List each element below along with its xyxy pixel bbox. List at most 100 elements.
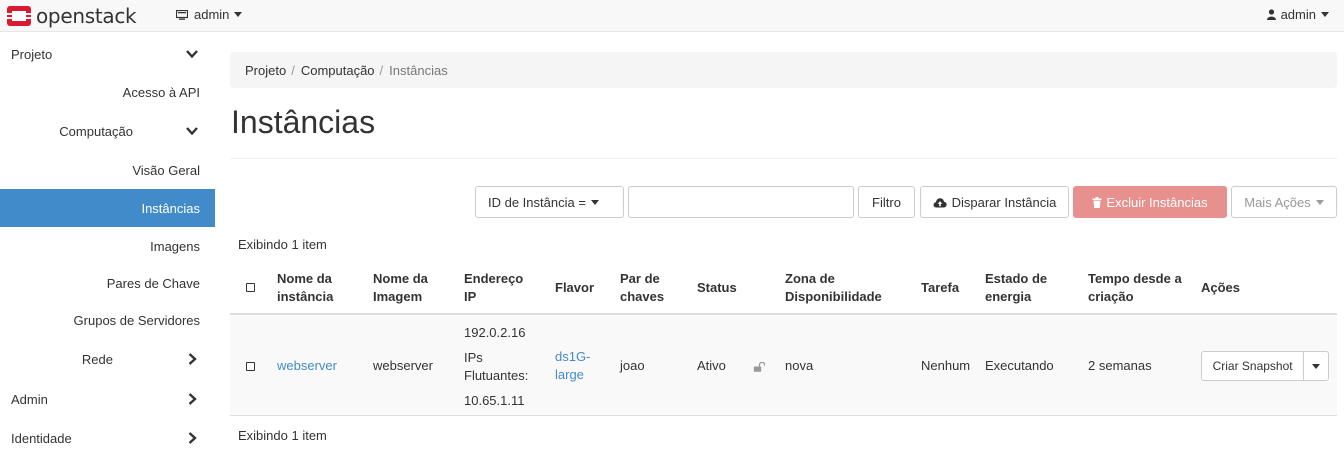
column-header-flavor: Flavor xyxy=(555,280,595,295)
column-header-availability-zone: Zona de Disponibilidade xyxy=(785,270,882,306)
sidebar-item-label: Pares de Chave xyxy=(106,275,200,291)
sidebar-item-label: Acesso à API xyxy=(122,84,200,100)
ip-address-cell: 192.0.2.16 IPs Flutuantes: 10.65.1.11 xyxy=(464,324,528,410)
caret-down-icon xyxy=(1312,363,1321,369)
column-header-keypair: Par de chaves xyxy=(620,270,664,306)
column-header-task: Tarefa xyxy=(921,280,960,295)
column-header-line: criação xyxy=(1088,289,1134,304)
column-header-line: Estado de xyxy=(985,271,1048,286)
column-header-line: Par de xyxy=(620,271,660,286)
sidebar-item-label: Instâncias xyxy=(141,200,200,216)
create-snapshot-label: Criar Snapshot xyxy=(1212,359,1293,373)
monitor-icon xyxy=(176,9,188,20)
top-navbar: openstack admin admin xyxy=(0,0,1344,32)
breadcrumb-separator: / xyxy=(291,62,295,78)
more-actions-button[interactable]: Mais Ações xyxy=(1231,186,1337,218)
sidebar-item-api-access[interactable]: Acesso à API xyxy=(0,73,215,111)
delete-instances-button[interactable]: Excluir Instâncias xyxy=(1073,186,1227,218)
title-divider xyxy=(230,158,1337,159)
chevron-right-icon xyxy=(188,393,197,405)
create-snapshot-button[interactable]: Criar Snapshot xyxy=(1202,352,1305,380)
sidebar-item-label: Identidade xyxy=(11,430,72,446)
column-header-line: chaves xyxy=(620,289,665,304)
column-header-line: instância xyxy=(277,289,334,304)
sidebar-item-server-groups[interactable]: Grupos de Servidores xyxy=(0,301,215,339)
sidebar-item-identity[interactable]: Identidade xyxy=(0,419,215,457)
sidebar: Projeto Acesso à API Computação Visão Ge… xyxy=(0,33,215,462)
column-header-line: Zona de xyxy=(785,271,835,286)
brand-logo[interactable]: openstack xyxy=(6,3,137,29)
breadcrumb-item-projeto[interactable]: Projeto xyxy=(245,63,286,78)
sidebar-item-computacao[interactable]: Computação xyxy=(0,112,215,150)
caret-down-icon xyxy=(1321,12,1329,17)
flavor-link[interactable]: ds1G- large xyxy=(555,348,590,384)
filter-button[interactable]: Filtro xyxy=(858,186,915,218)
more-actions-label: Mais Ações xyxy=(1244,194,1311,210)
sidebar-item-label: Admin xyxy=(11,391,48,407)
column-header-line: Imagem xyxy=(373,289,423,304)
sidebar-item-label: Visão Geral xyxy=(132,162,200,178)
breadcrumb: Projeto / Computação / Instâncias xyxy=(230,52,1337,88)
column-header-line: Nome da xyxy=(373,271,428,286)
cloud-upload-icon xyxy=(933,197,947,208)
launch-instance-button[interactable]: Disparar Instância xyxy=(920,186,1069,218)
select-all-checkbox[interactable] xyxy=(246,283,255,292)
chevron-right-icon xyxy=(188,353,197,365)
filter-button-label: Filtro xyxy=(872,194,901,210)
breadcrumb-item-current: Instâncias xyxy=(389,62,448,78)
breadcrumb-item-computacao[interactable]: Computação xyxy=(301,63,375,78)
filter-field-select[interactable]: ID de Instância = xyxy=(475,186,624,218)
user-icon xyxy=(1266,9,1276,20)
column-header-line: energia xyxy=(985,289,1032,304)
caret-down-icon xyxy=(590,199,599,205)
column-header-power-state: Estado de energia xyxy=(985,270,1047,306)
sidebar-item-key-pairs[interactable]: Pares de Chave xyxy=(0,264,215,302)
column-header-actions: Ações xyxy=(1201,280,1241,295)
chevron-down-icon xyxy=(186,50,198,59)
sidebar-item-admin[interactable]: Admin xyxy=(0,380,215,418)
sidebar-item-images[interactable]: Imagens xyxy=(0,227,215,265)
sidebar-item-label: Projeto xyxy=(11,46,53,62)
column-header-line: Tempo desde a xyxy=(1088,271,1182,286)
project-switcher[interactable]: admin xyxy=(176,7,243,22)
sidebar-item-projeto[interactable]: Projeto xyxy=(0,35,215,73)
delete-instances-label: Excluir Instâncias xyxy=(1106,194,1208,210)
flavor-line: ds1G- xyxy=(555,349,591,364)
table-row: webserver webserver 192.0.2.16 IPs Flutu… xyxy=(230,316,1337,416)
fixed-ip: 192.0.2.16 xyxy=(464,325,526,340)
floating-ip: 10.65.1.11 xyxy=(464,393,525,408)
column-header-name: Nome da instância xyxy=(277,270,333,306)
sidebar-item-label: Imagens xyxy=(150,238,200,254)
task-state: Nenhum xyxy=(921,358,971,373)
filter-input[interactable] xyxy=(628,186,854,218)
sidebar-item-overview[interactable]: Visão Geral xyxy=(0,151,215,189)
column-header-status: Status xyxy=(697,280,737,295)
column-header-age: Tempo desde a criação xyxy=(1088,270,1182,306)
column-header-line: Nome da xyxy=(277,271,332,286)
openstack-logo-icon xyxy=(6,6,32,26)
sidebar-item-rede[interactable]: Rede xyxy=(0,340,215,378)
column-header-line: Disponibilidade xyxy=(785,289,882,304)
row-actions-dropdown-toggle[interactable] xyxy=(1304,352,1328,380)
column-header-ip: Endereço IP xyxy=(464,270,523,306)
unlock-icon xyxy=(753,359,766,377)
row-select-checkbox[interactable] xyxy=(246,362,255,371)
chevron-right-icon xyxy=(188,432,197,444)
instance-name-link[interactable]: webserver xyxy=(277,357,337,375)
chevron-down-icon xyxy=(186,127,198,136)
table-header: Nome da instância Nome da Imagem Endereç… xyxy=(230,260,1337,315)
item-count-top: Exibindo 1 item xyxy=(238,237,327,252)
power-state: Executando xyxy=(985,358,1054,373)
brand-name: openstack xyxy=(36,4,137,28)
column-header-line: Endereço xyxy=(464,271,524,286)
sidebar-item-instances[interactable]: Instâncias xyxy=(0,189,215,227)
floating-ip-label-line: Flutuantes: xyxy=(464,368,529,383)
item-count-bottom: Exibindo 1 item xyxy=(238,428,327,443)
sidebar-item-label: Rede xyxy=(81,351,113,367)
instance-age: 2 semanas xyxy=(1088,358,1152,373)
column-header-image: Nome da Imagem xyxy=(373,270,428,306)
floating-ip-label: IPs Flutuantes: xyxy=(464,349,528,385)
floating-ip-label-line: IPs xyxy=(464,350,483,365)
launch-instance-label: Disparar Instância xyxy=(951,194,1057,210)
user-menu[interactable]: admin xyxy=(1266,7,1329,22)
